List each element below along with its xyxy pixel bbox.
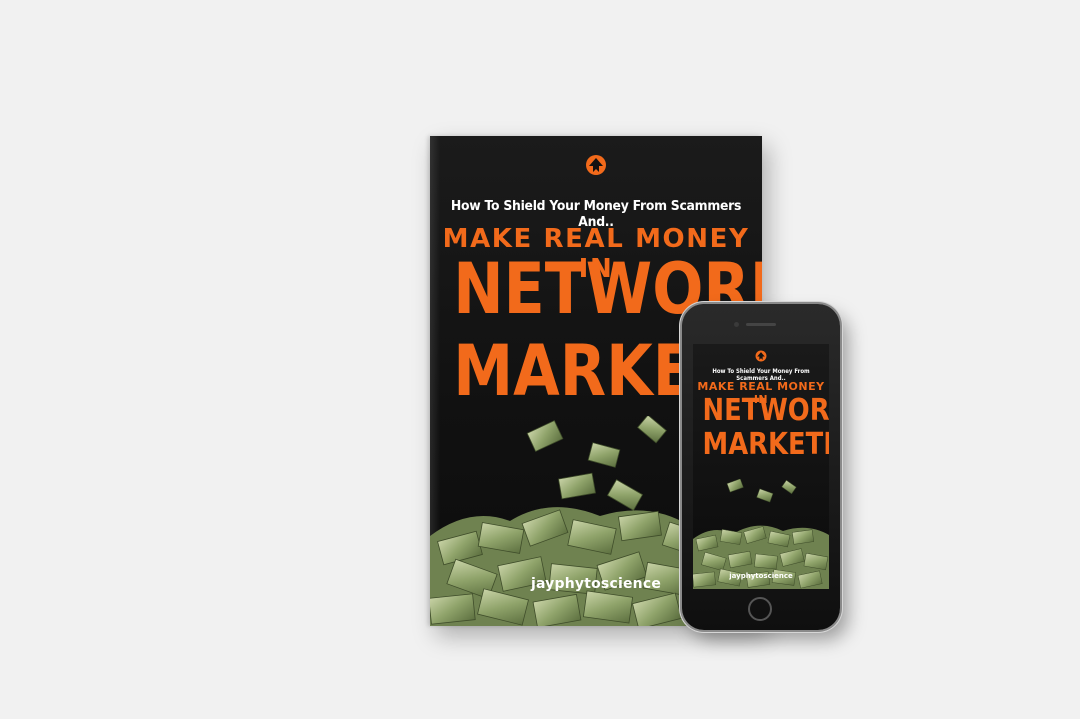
screen-title-line3: MARKETING xyxy=(702,427,829,462)
upward-arrow-logo-icon xyxy=(755,350,767,362)
screen-title-line2: NETWORK xyxy=(702,393,829,428)
screen-author: jayphytoscience xyxy=(729,572,793,580)
phone-home-button xyxy=(748,597,772,621)
phone-speaker xyxy=(746,323,776,326)
upward-arrow-logo-icon xyxy=(586,155,606,175)
phone-screen: How To Shield Your Money From Scammers A… xyxy=(693,344,829,589)
phone-camera xyxy=(734,322,739,327)
